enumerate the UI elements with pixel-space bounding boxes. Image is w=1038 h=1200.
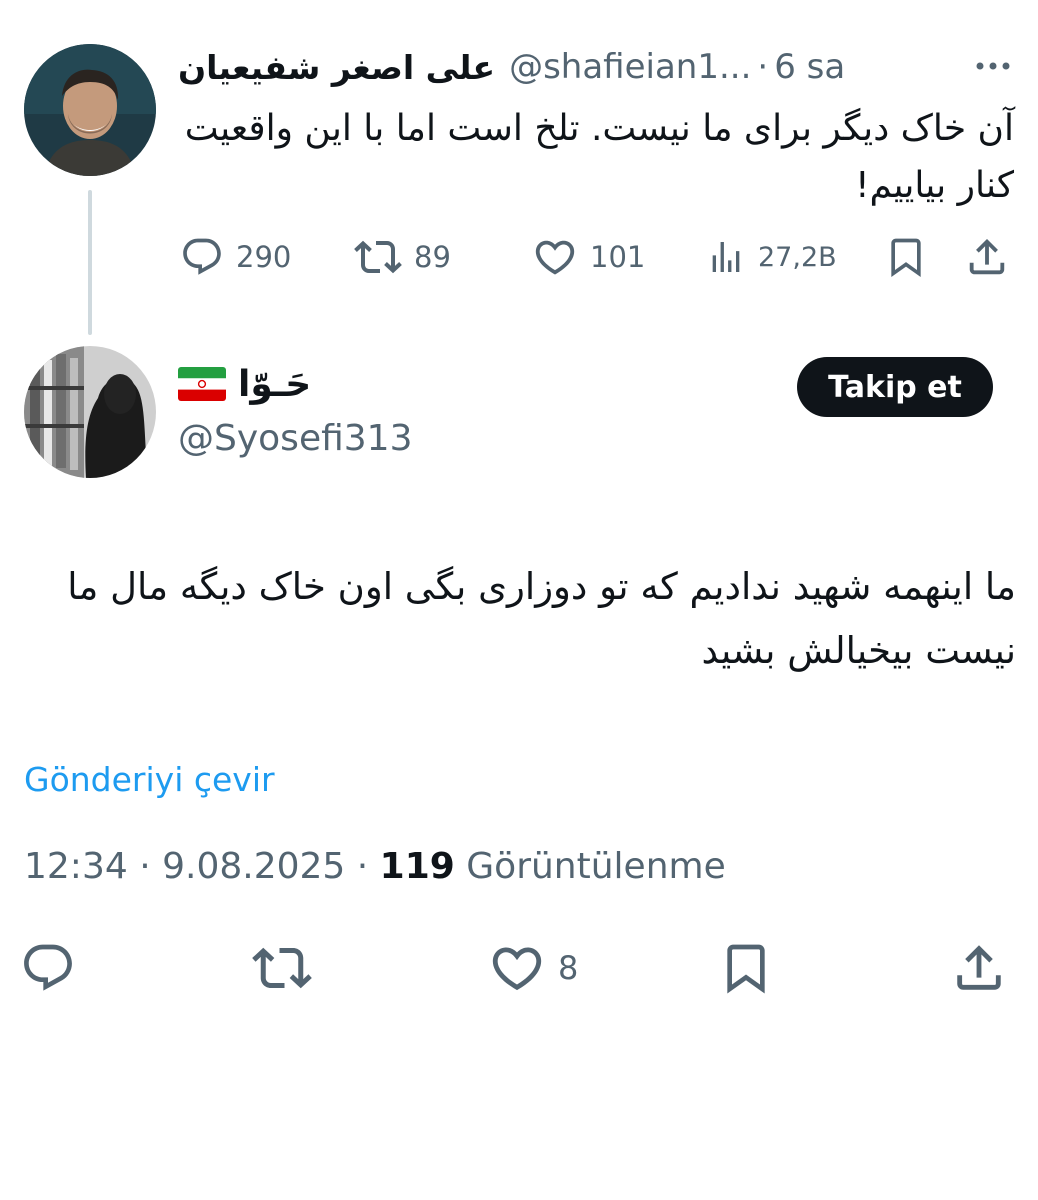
parent-avatar-image <box>24 44 156 176</box>
bookmark-icon <box>727 944 765 994</box>
parent-like-button[interactable]: 101 <box>532 232 645 282</box>
thread-connector-line <box>88 190 92 335</box>
reply-bookmark-button[interactable] <box>718 938 774 998</box>
parent-views-button[interactable]: 27,2B <box>706 232 837 282</box>
separator-dot: · <box>757 47 769 87</box>
reply-avatar-image <box>24 346 156 478</box>
tweet-views-label: Görüntülenme <box>466 846 726 887</box>
separator-dot: · <box>139 846 163 887</box>
more-icon <box>976 62 1010 70</box>
tweet-view-count: 119 <box>379 846 455 887</box>
tweet-time[interactable]: 12:34 <box>24 846 128 887</box>
reply-like-button[interactable]: 8 <box>488 938 578 998</box>
parent-reply-count: 290 <box>236 240 292 274</box>
more-options-button[interactable] <box>970 46 1016 86</box>
parent-retweet-count: 89 <box>414 240 451 274</box>
reply-tweet-text: ما اینهمه شهید ندادیم که تو دوزاری بگی ا… <box>67 565 1016 672</box>
reply-like-count: 8 <box>558 949 579 987</box>
separator-dot: · <box>356 846 380 887</box>
parent-author-handle[interactable]: @shafieian1... <box>509 47 751 87</box>
reply-author-name-row: حَـوّا <box>178 358 311 410</box>
reply-icon <box>24 944 72 991</box>
reply-icon <box>183 238 221 275</box>
parent-bookmark-button[interactable] <box>884 232 928 282</box>
share-icon <box>957 945 1001 990</box>
parent-share-button[interactable] <box>964 232 1010 282</box>
parent-avatar[interactable] <box>24 44 156 176</box>
reply-tweet-actions: 8 <box>20 938 1020 998</box>
follow-button[interactable]: Takip et <box>797 357 993 417</box>
reply-share-button[interactable] <box>950 938 1008 998</box>
bookmark-icon <box>891 238 921 278</box>
iran-flag-icon <box>178 367 226 401</box>
tweet-meta: 12:34 · 9.08.2025 · 119 Görüntülenme <box>24 846 726 887</box>
reply-reply-button[interactable] <box>20 938 76 998</box>
tweet-date[interactable]: 9.08.2025 <box>162 846 345 887</box>
reply-author-handle[interactable]: @Syosefi313 <box>178 418 412 459</box>
parent-author-name[interactable]: علی اصغر شفیعیان <box>178 48 495 87</box>
views-icon <box>712 242 740 272</box>
translate-post-link[interactable]: Gönderiyi çevir <box>24 760 275 799</box>
reply-author-name[interactable]: حَـوّا <box>238 364 311 405</box>
parent-tweet-text: آن خاک دیگر برای ما نیست. تلخ است اما با… <box>184 108 1014 206</box>
retweet-icon <box>252 947 312 989</box>
parent-retweet-button[interactable]: 89 <box>354 232 451 282</box>
parent-reply-button[interactable]: 290 <box>180 232 291 282</box>
like-icon <box>492 947 542 991</box>
reply-avatar[interactable] <box>24 346 156 478</box>
retweet-icon <box>354 240 402 274</box>
parent-tweet-time[interactable]: 6 sa <box>774 47 845 87</box>
share-icon <box>969 238 1005 275</box>
parent-tweet-actions: 290 89 101 27,2B <box>176 232 1018 282</box>
parent-tweet-header: علی اصغر شفیعیان @shafieian1... · 6 sa <box>178 42 1018 92</box>
parent-view-count: 27,2B <box>758 241 837 273</box>
like-icon <box>535 240 575 275</box>
parent-like-count: 101 <box>590 240 646 274</box>
reply-retweet-button[interactable] <box>252 938 312 998</box>
